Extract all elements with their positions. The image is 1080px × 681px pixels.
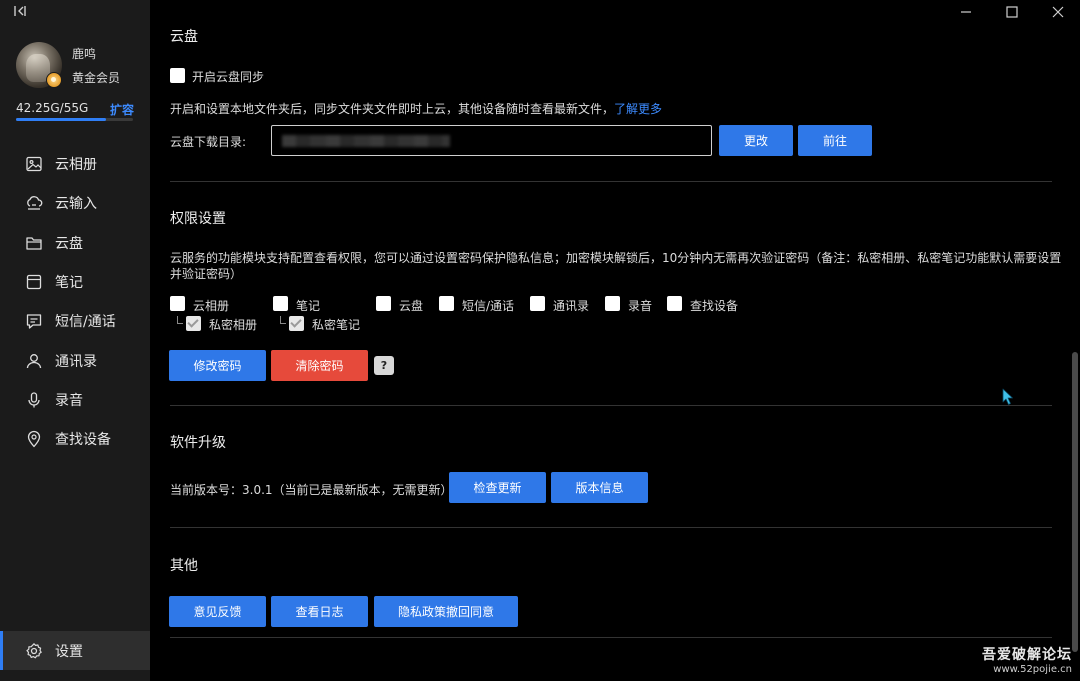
upgrade-title: 软件升级 (170, 435, 226, 451)
tree-connector (280, 316, 286, 324)
sidebar-item-label: 笔记 (55, 275, 83, 291)
divider (170, 405, 1052, 406)
location-pin-icon (24, 429, 44, 449)
sub-module-label: 私密笔记 (312, 318, 361, 332)
cloud-drive-description-text: 开启和设置本地文件夹后，同步文件夹文件即时上云，其他设备随时查看最新文件， (170, 102, 615, 116)
sidebar-item-label: 设置 (55, 643, 83, 660)
permissions-description-line2: 并验证密码） (170, 267, 243, 281)
privacy-withdraw-button[interactable]: 隐私政策撤回同意 (374, 596, 518, 627)
download-dir-label: 云盘下载目录: (170, 135, 247, 149)
sidebar-item-notes[interactable]: 笔记 (0, 263, 150, 301)
microphone-icon (24, 390, 44, 410)
scrollbar[interactable] (1072, 352, 1078, 652)
sidebar-item-recording[interactable]: 录音 (0, 381, 150, 419)
sidebar-collapse-icon[interactable] (13, 4, 31, 20)
sidebar-item-label: 短信/通话 (55, 314, 116, 330)
permissions-title: 权限设置 (170, 211, 226, 227)
notebook-icon (24, 272, 44, 292)
version-text: 当前版本号：3.0.1（当前已是最新版本，无需更新） (170, 483, 453, 497)
watermark-url: www.52pojie.cn (993, 664, 1072, 675)
maximize-icon[interactable] (1002, 4, 1022, 20)
divider (170, 637, 1052, 638)
module-label: 通讯录 (553, 299, 590, 313)
module-label: 短信/通话 (462, 299, 515, 313)
sidebar-item-label: 云盘 (55, 236, 83, 252)
sidebar-item-label: 云输入 (55, 196, 97, 212)
sidebar-item-find-device[interactable]: 查找设备 (0, 420, 150, 458)
version-info-button[interactable]: 版本信息 (551, 472, 648, 503)
main-panel: 云盘 开启云盘同步 开启和设置本地文件夹后，同步文件夹文件即时上云，其他设备随时… (150, 0, 1080, 681)
contacts-icon (24, 351, 44, 371)
minimize-icon[interactable] (956, 4, 976, 20)
message-icon (24, 311, 44, 331)
module-checkbox-recording[interactable] (605, 296, 620, 311)
module-checkbox-contacts[interactable] (530, 296, 545, 311)
change-dir-button[interactable]: 更改 (719, 125, 793, 156)
check-update-button[interactable]: 检查更新 (449, 472, 546, 503)
divider (170, 527, 1052, 528)
sidebar-item-sms-calls[interactable]: 短信/通话 (0, 302, 150, 340)
storage-progress-fill (16, 118, 106, 121)
sidebar-item-label: 通讯录 (55, 354, 97, 370)
module-checkbox-notes[interactable] (273, 296, 288, 311)
cloud-drive-title: 云盘 (170, 29, 198, 45)
redacted-path (282, 135, 450, 147)
sub-module-checkbox-private-notes (289, 316, 304, 331)
sidebar-item-cloud-drive[interactable]: 云盘 (0, 224, 150, 262)
sub-module-label: 私密相册 (209, 318, 258, 332)
download-dir-field[interactable] (271, 125, 712, 156)
help-button[interactable]: ? (374, 356, 394, 375)
sidebar-item-cloud-input[interactable]: 云输入 (0, 184, 150, 222)
other-title: 其他 (170, 558, 198, 574)
tree-connector (177, 316, 183, 324)
clear-password-button[interactable]: 清除密码 (271, 350, 368, 381)
expand-storage-link[interactable]: 扩容 (110, 101, 134, 118)
sidebar-item-photo-album[interactable]: 云相册 (0, 145, 150, 183)
module-label: 云盘 (399, 299, 424, 313)
sidebar-item-label: 查找设备 (55, 432, 111, 448)
sidebar: 鹿鸣 黄金会员 42.25G/55G 扩容 云相册 云输入 云盘 笔记 短信/通… (0, 0, 150, 681)
watermark: 吾爱破解论坛 www.52pojie.cn (980, 644, 1072, 675)
photo-album-icon (24, 154, 44, 174)
feedback-button[interactable]: 意见反馈 (169, 596, 266, 627)
goto-dir-button[interactable]: 前往 (798, 125, 872, 156)
storage-usage-text: 42.25G/55G (16, 101, 89, 115)
module-checkbox-find-device[interactable] (667, 296, 682, 311)
storage-progress-bar (16, 118, 133, 121)
sidebar-item-contacts[interactable]: 通讯录 (0, 342, 150, 380)
close-icon[interactable] (1048, 4, 1068, 20)
module-checkbox-cloud-drive[interactable] (376, 296, 391, 311)
module-label: 录音 (628, 299, 653, 313)
module-label: 云相册 (193, 299, 230, 313)
sidebar-item-label: 云相册 (55, 157, 97, 173)
sidebar-item-settings[interactable]: 设置 (0, 631, 150, 670)
module-label: 笔记 (296, 299, 321, 313)
learn-more-link[interactable]: 了解更多 (614, 102, 662, 116)
cloud-drive-description: 开启和设置本地文件夹后，同步文件夹文件即时上云，其他设备随时查看最新文件，了解更… (170, 100, 662, 117)
sidebar-item-label: 录音 (55, 393, 83, 409)
user-level: 黄金会员 (72, 71, 121, 85)
folder-icon (24, 233, 44, 253)
cloud-sync-checkbox[interactable] (170, 68, 185, 83)
sub-module-checkbox-private-album (186, 316, 201, 331)
mouse-cursor-icon (1002, 388, 1014, 406)
cloud-sync-label: 开启云盘同步 (192, 70, 265, 84)
module-label: 查找设备 (690, 299, 739, 313)
divider (170, 181, 1052, 182)
view-log-button[interactable]: 查看日志 (271, 596, 368, 627)
permissions-description-line1: 云服务的功能模块支持配置查看权限，您可以通过设置密码保护隐私信息；加密模块解锁后… (170, 251, 1062, 265)
cloud-input-icon (24, 193, 44, 213)
modify-password-button[interactable]: 修改密码 (169, 350, 266, 381)
watermark-title: 吾爱破解论坛 (982, 647, 1072, 663)
user-name: 鹿鸣 (72, 47, 97, 61)
gear-icon (24, 641, 44, 661)
module-checkbox-sms-calls[interactable] (439, 296, 454, 311)
vip-badge-icon (46, 72, 62, 88)
module-checkbox-photo-album[interactable] (170, 296, 185, 311)
